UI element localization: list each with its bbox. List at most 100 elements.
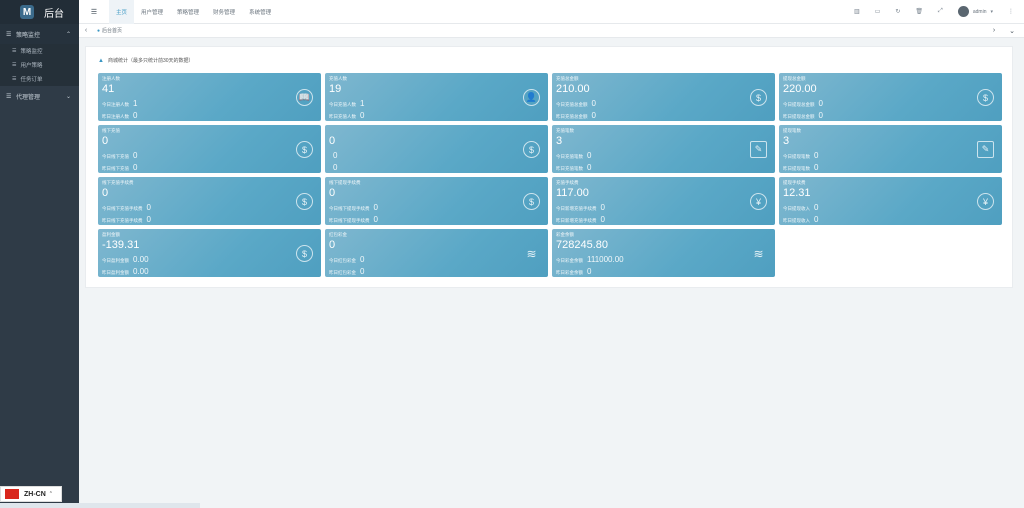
dollar-icon: $	[296, 193, 313, 210]
stat-yesterday-value: 0	[814, 215, 819, 224]
stat-today-value: 0	[591, 99, 596, 108]
toolbar: ▥ ▭ ↻ 🗑 ⤢ admin ▾ ⋮	[854, 6, 1024, 17]
stat-yesterday: 昨日充值人数 0	[329, 111, 364, 120]
tab-system-management[interactable]: 系统管理	[242, 0, 278, 24]
dollar-icon: $	[296, 245, 313, 262]
stat-today-label: 今日线下充值	[102, 154, 129, 159]
window-icon[interactable]: ▭	[875, 8, 881, 15]
chevron-up-icon: ⌃	[48, 491, 53, 497]
stat-yesterday-value: 0	[818, 111, 823, 120]
stat-today: 今日提现总金额 0	[783, 99, 823, 108]
edit-icon: ✎	[750, 141, 767, 158]
refresh-icon[interactable]: ↻	[895, 8, 900, 15]
stat-today-value: 1	[133, 99, 138, 108]
chevron-down-icon[interactable]: ⌄	[1006, 27, 1018, 35]
stat-yesterday: 昨日提现收入 0	[783, 215, 818, 224]
stat-yesterday-value: 0	[814, 163, 819, 172]
stat-today-label: 今日线下提现手续费	[329, 206, 370, 211]
stat-today-value: 0	[814, 203, 819, 212]
stat-label: 充值总金额	[556, 76, 579, 81]
stat-today: 今日线下充值 0	[102, 151, 137, 160]
stat-yesterday-value: 0.00	[133, 267, 149, 276]
stat-yesterday: 昨日线下充值手续费 0	[102, 215, 151, 224]
stat-yesterday-label: 昨日线下充值手续费	[102, 218, 143, 223]
stat-today: 今日盈利金额 0.00	[102, 255, 149, 264]
stat-label: 提现总金额	[783, 76, 806, 81]
stat-today: 今日充值人数 1	[329, 99, 364, 108]
stat-card: 提现手续费 12.31 今日提现收入 0 昨日提现收入 0 ¥	[779, 177, 1002, 225]
stat-today-label: 今日充值笔数	[556, 154, 583, 159]
breadcrumb[interactable]: 后台首页	[102, 27, 122, 34]
sidebar-group-label: 代理管理	[16, 94, 41, 101]
stat-today-value: 0	[333, 151, 338, 160]
stat-today-value: 0	[587, 151, 592, 160]
dollar-icon: $	[750, 89, 767, 106]
menu-toggle-icon[interactable]: ☰	[79, 8, 109, 16]
tab-user-management[interactable]: 用户管理	[134, 0, 170, 24]
stat-today-value: 111000.00	[587, 255, 624, 264]
stat-yesterday-label: 昨日彩金余额	[556, 270, 583, 275]
fullscreen-icon[interactable]: ⤢	[938, 8, 943, 15]
tab-home[interactable]: 主页	[109, 0, 135, 24]
stat-value: 3	[556, 135, 563, 147]
dollar-icon: $	[977, 89, 994, 106]
chevron-up-icon: ⌃	[65, 31, 71, 38]
stat-today: 今日充值笔数 0	[556, 151, 591, 160]
tab-finance-management[interactable]: 财务管理	[206, 0, 242, 24]
stat-yesterday: 昨日线下充值 0	[102, 163, 137, 172]
more-icon[interactable]: ⋮	[1008, 8, 1014, 15]
stat-today-value: 0	[360, 255, 365, 264]
stat-yesterday: 昨日充值总金额 0	[556, 111, 596, 120]
stat-today-label: 今日提现收入	[783, 206, 810, 211]
stat-yesterday: 昨日线下提现手续费 0	[329, 215, 378, 224]
top-navbar: ☰ 主页 用户管理 策略管理 财务管理 系统管理 ▥ ▭ ↻ 🗑 ⤢ admin…	[79, 0, 1024, 24]
book-icon: 📖	[296, 89, 313, 106]
stat-yesterday-label: 昨日红包彩金	[329, 270, 356, 275]
panel-title: ▲ 商城统计（最多只统计前30天的数据）	[98, 57, 194, 65]
stat-today-label: 今日注册人数	[102, 102, 129, 107]
stat-yesterday-label: 昨日充值总金额	[556, 114, 588, 119]
stat-yesterday: 昨日提现总金额 0	[783, 111, 823, 120]
dollar-icon: $	[523, 141, 540, 158]
stat-card: 0 0 0 $	[325, 125, 548, 173]
breadcrumb-bar: ‹ ● 后台首页 › ⌄	[79, 24, 1024, 38]
tab-strategy-management[interactable]: 策略管理	[170, 0, 206, 24]
trash-icon[interactable]: 🗑	[915, 8, 923, 15]
chart-icon[interactable]: ▥	[854, 8, 860, 15]
stat-yesterday-value: 0	[373, 215, 378, 224]
chevron-right-icon[interactable]: ›	[988, 27, 1000, 35]
brand[interactable]: M 后台	[0, 0, 79, 24]
flag-icon	[5, 489, 19, 499]
stat-card: 线下充值 0 今日线下充值 0 昨日线下充值 0 $	[98, 125, 321, 173]
stat-yesterday-value: 0	[360, 111, 365, 120]
stat-yesterday-label: 昨日线下提现手续费	[329, 218, 370, 223]
stat-card: 盈利金额 -139.31 今日盈利金额 0.00 昨日盈利金额 0.00 $	[98, 229, 321, 277]
sidebar-group-strategy[interactable]: ☰ 策略监控 ⌃	[0, 24, 79, 44]
stat-today: 今日彩金余额 111000.00	[556, 255, 624, 264]
yen-icon: ¥	[750, 193, 767, 210]
list-icon: ☰	[12, 76, 17, 82]
chevron-left-icon[interactable]: ‹	[79, 27, 93, 34]
user-name: admin	[972, 8, 987, 15]
stat-label: 充值笔数	[556, 128, 574, 133]
stat-yesterday-label: 昨日提现笔数	[783, 166, 810, 171]
sidebar-item-user-strategy[interactable]: ☰ 用户策略	[0, 58, 79, 72]
stat-yesterday-value: 0	[133, 163, 138, 172]
user-menu[interactable]: admin ▾	[957, 6, 993, 17]
stat-yesterday-value: 0	[587, 267, 592, 276]
stat-value: 117.00	[556, 187, 589, 199]
brand-title: 后台	[44, 8, 64, 20]
stat-today-value: 0	[133, 151, 138, 160]
chevron-down-icon: ▾	[990, 8, 993, 15]
sidebar-item-task-orders[interactable]: ☰ 任务订单	[0, 72, 79, 86]
sidebar-group-agent[interactable]: ☰ 代理管理 ⌄	[0, 86, 79, 106]
stat-yesterday: 昨日提现笔数 0	[783, 163, 818, 172]
language-selector[interactable]: ZH-CN ⌃	[0, 486, 62, 502]
stat-card: 线下提现手续费 0 今日线下提现手续费 0 昨日线下提现手续费 0 $	[325, 177, 548, 225]
stat-today: 今日线下充值手续费 0	[102, 203, 151, 212]
avatar	[957, 6, 969, 17]
status-bar	[0, 503, 200, 508]
sidebar-item-strategy-monitor[interactable]: ☰ 策略监控	[0, 44, 79, 58]
triangle-icon: ▲	[98, 57, 104, 64]
stat-today: 0	[329, 151, 337, 160]
